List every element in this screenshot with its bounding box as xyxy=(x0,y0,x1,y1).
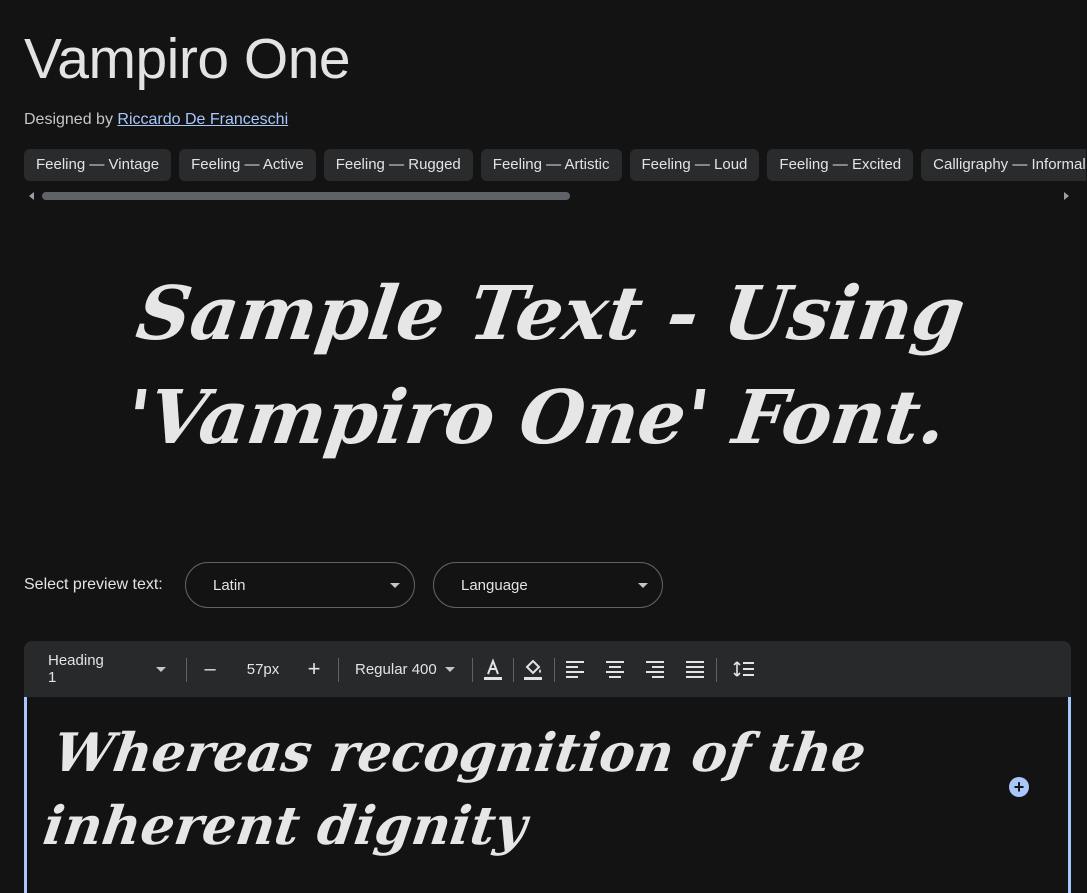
designed-by-label: Designed by xyxy=(24,111,113,128)
scroll-right-icon[interactable] xyxy=(1064,192,1069,200)
align-justify-button[interactable] xyxy=(682,641,708,697)
align-left-icon xyxy=(566,661,584,678)
toolbar-divider xyxy=(554,658,555,682)
editor-text[interactable]: Whereas recognition of the inherent dign… xyxy=(39,717,960,863)
increase-size-button[interactable]: + xyxy=(300,641,328,697)
highlight-color-button[interactable] xyxy=(520,641,546,697)
chevron-down-icon xyxy=(156,666,166,672)
line-spacing-icon xyxy=(733,661,754,677)
align-right-icon xyxy=(646,661,664,678)
tag-chip[interactable]: Feeling — Artistic xyxy=(480,149,622,181)
align-center-button[interactable] xyxy=(602,641,628,697)
tag-list: Feeling — Vintage Feeling — Active Feeling… xyxy=(24,149,1086,182)
text-color-button[interactable] xyxy=(480,641,506,697)
tag-chip[interactable]: Feeling — Loud xyxy=(629,149,760,181)
scroll-left-icon[interactable] xyxy=(29,192,34,200)
script-dropdown[interactable]: Latin xyxy=(185,562,415,608)
editor-area[interactable]: Whereas recognition of the inherent dign… xyxy=(24,697,1071,893)
align-center-icon xyxy=(606,661,624,678)
toolbar-divider xyxy=(338,658,339,682)
chevron-down-icon xyxy=(638,583,648,588)
font-title: Vampiro One xyxy=(24,27,351,91)
tag-chip[interactable]: Feeling — Active xyxy=(179,149,316,181)
toolbar-divider xyxy=(472,658,473,682)
tag-chip[interactable]: Feeling — Excited xyxy=(767,149,914,181)
fill-color-icon xyxy=(524,659,542,680)
align-justify-icon xyxy=(686,661,704,678)
toolbar-divider xyxy=(716,658,717,682)
text-style-value: Heading 1 xyxy=(48,652,104,686)
tags-scrollbar[interactable] xyxy=(24,190,1071,202)
tag-chip[interactable]: Calligraphy — Informal xyxy=(921,149,1086,181)
text-style-select[interactable]: Heading 1 xyxy=(36,641,166,697)
editor-toolbar: Heading 1 – 57px + Regular 400 xyxy=(24,641,1071,697)
language-dropdown[interactable]: Language xyxy=(433,562,663,608)
chevron-down-icon xyxy=(444,666,455,672)
designer-line: Designed by Riccardo De Franceschi xyxy=(24,111,288,129)
scrollbar-thumb[interactable] xyxy=(42,192,570,200)
tag-chip[interactable]: Feeling — Rugged xyxy=(323,149,473,181)
line-height-button[interactable] xyxy=(730,641,758,697)
font-weight-value: Regular 400 xyxy=(355,660,437,678)
text-color-icon xyxy=(484,658,502,680)
toolbar-divider xyxy=(186,658,187,682)
sample-text-preview: Sample Text - Using 'Vampiro One' Font. xyxy=(120,271,971,461)
align-right-button[interactable] xyxy=(642,641,668,697)
font-weight-select[interactable]: Regular 400 xyxy=(350,641,460,697)
script-dropdown-value: Latin xyxy=(213,577,246,594)
font-size-value[interactable]: 57px xyxy=(236,641,290,697)
add-icon[interactable]: + xyxy=(1009,777,1029,797)
tag-chip[interactable]: Feeling — Vintage xyxy=(24,149,172,181)
toolbar-divider xyxy=(513,658,514,682)
decrease-size-button[interactable]: – xyxy=(196,641,224,697)
language-dropdown-value: Language xyxy=(461,577,528,594)
designer-link[interactable]: Riccardo De Franceschi xyxy=(117,111,288,128)
align-left-button[interactable] xyxy=(562,641,588,697)
preview-text-label: Select preview text: xyxy=(24,576,163,593)
chevron-down-icon xyxy=(390,583,400,588)
